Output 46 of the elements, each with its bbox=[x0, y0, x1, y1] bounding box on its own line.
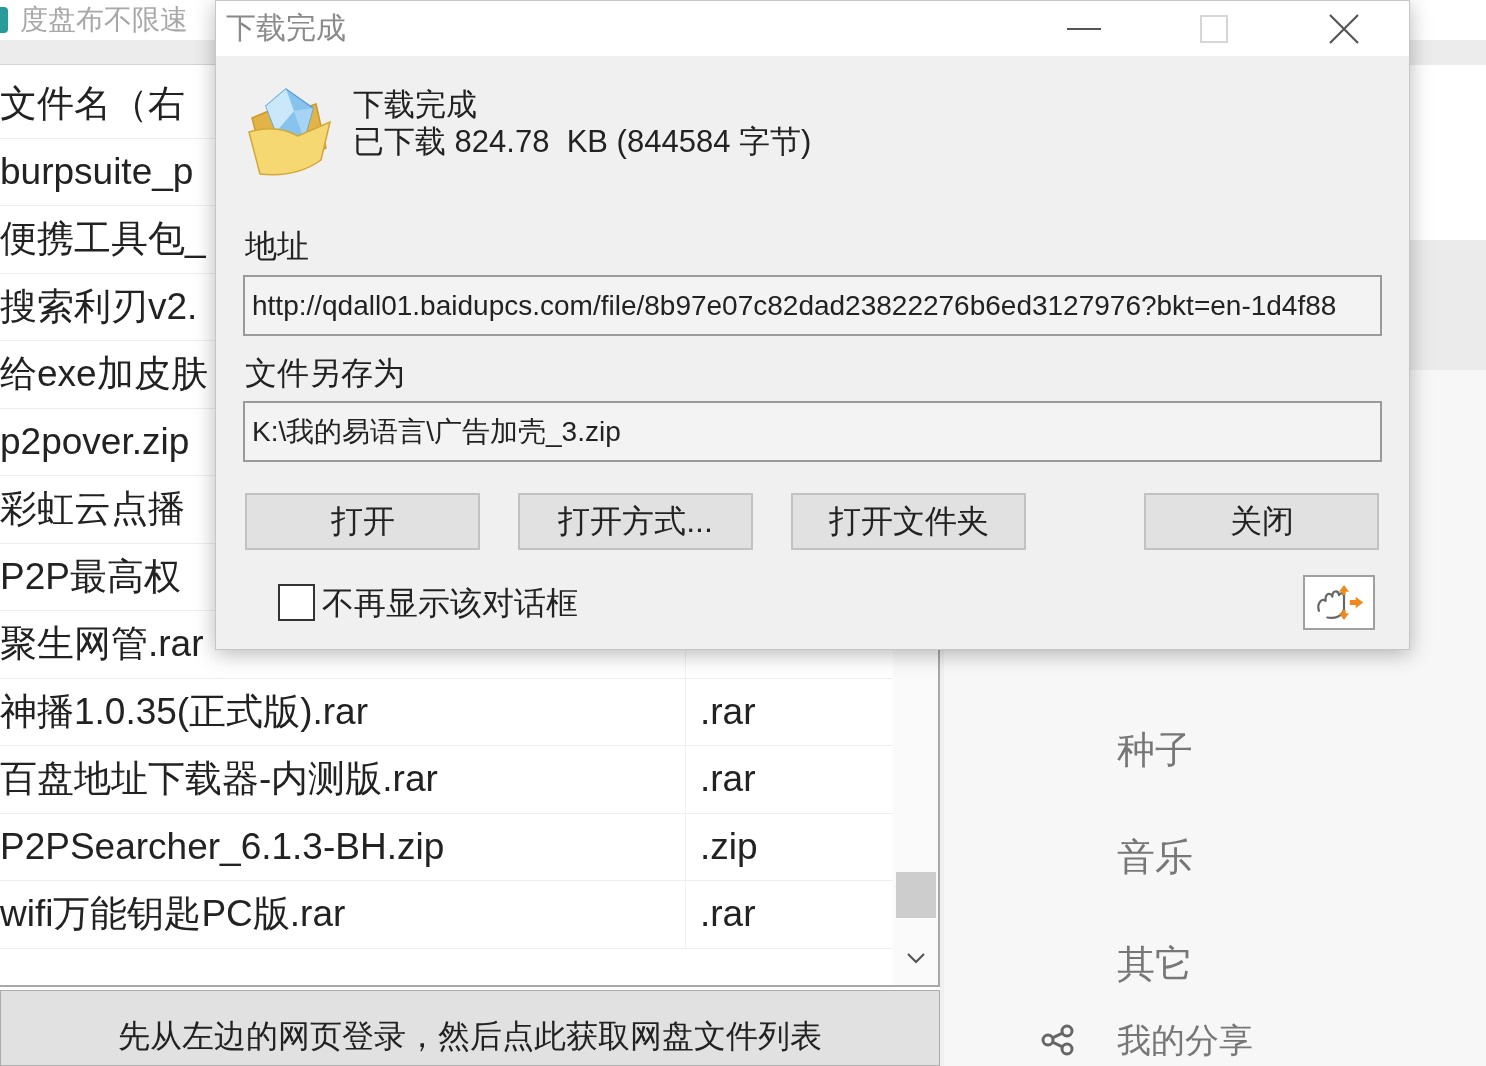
dialog-button[interactable]: 打开 bbox=[245, 493, 480, 550]
hand-arrows-icon bbox=[1314, 584, 1364, 621]
dialog-button[interactable]: 打开方式... bbox=[518, 493, 753, 550]
hand-tool-button[interactable] bbox=[1303, 575, 1375, 630]
column-header[interactable]: 文件名（右 bbox=[0, 82, 185, 127]
maximize-icon bbox=[1200, 14, 1228, 43]
open-folder-icon bbox=[246, 86, 332, 178]
file-name: 彩虹云点播 bbox=[0, 487, 185, 532]
file-name: 聚生网管.rar bbox=[0, 622, 204, 667]
file-name: wifi万能钥匙PC版.rar bbox=[0, 892, 346, 937]
size-info: 已下载 824.78 KB (844584 字节) bbox=[353, 123, 812, 160]
dialog-button[interactable]: 关闭 bbox=[1144, 493, 1379, 550]
app-title: 度盘布不限速 bbox=[20, 3, 188, 37]
app-icon bbox=[0, 7, 8, 33]
file-name: P2P最高权 bbox=[0, 554, 181, 599]
share-icon bbox=[1040, 1024, 1076, 1056]
file-name: p2pover.zip bbox=[0, 419, 190, 464]
share-link[interactable]: 我的分享 bbox=[1117, 1020, 1253, 1060]
category-item[interactable]: 其它 bbox=[1117, 940, 1193, 987]
file-name: 百盘地址下载器-内测版.rar bbox=[0, 757, 438, 802]
scrollbar-thumb[interactable] bbox=[895, 872, 936, 918]
dialog-button[interactable]: 打开文件夹 bbox=[791, 493, 1026, 550]
category-item[interactable]: 音乐 bbox=[1117, 833, 1193, 880]
file-type: .zip bbox=[700, 824, 758, 869]
file-type: .rar bbox=[700, 892, 756, 937]
checkbox-label[interactable]: 不再显示该对话框 bbox=[322, 582, 578, 623]
category-item[interactable]: 种子 bbox=[1117, 726, 1193, 773]
file-type: .rar bbox=[700, 689, 756, 734]
file-type: .rar bbox=[700, 757, 756, 802]
close-icon bbox=[1329, 13, 1359, 44]
minimize-icon bbox=[1067, 27, 1101, 30]
address-label: 地址 bbox=[244, 227, 309, 266]
status-heading: 下载完成 bbox=[353, 86, 478, 123]
fetch-list-button[interactable]: 先从左边的网页登录，然后点此获取网盘文件列表 bbox=[0, 990, 940, 1066]
file-name: 搜索利刃v2. bbox=[0, 284, 198, 329]
dialog-title: 下载完成 bbox=[226, 10, 346, 46]
save-as-label: 文件另存为 bbox=[244, 354, 405, 393]
address-field[interactable]: http://qdall01.baidupcs.com/file/8b97e07c82dad23822276b6ed3127976?bkt=en-1d4f88 bbox=[243, 275, 1382, 336]
scroll-down-icon[interactable] bbox=[905, 952, 926, 964]
save-path-field[interactable]: K:\我的易语言\广告加壳_3.zip bbox=[243, 401, 1382, 462]
file-name: P2PSearcher_6.1.3-BH.zip bbox=[0, 824, 445, 869]
file-name: 给exe加皮肤 bbox=[0, 352, 208, 397]
file-name: burpsuite_p bbox=[0, 149, 194, 194]
file-name: 便携工具包_ bbox=[0, 217, 206, 262]
checkbox[interactable] bbox=[278, 584, 315, 621]
file-name: 神播1.0.35(正式版).rar bbox=[0, 689, 368, 734]
